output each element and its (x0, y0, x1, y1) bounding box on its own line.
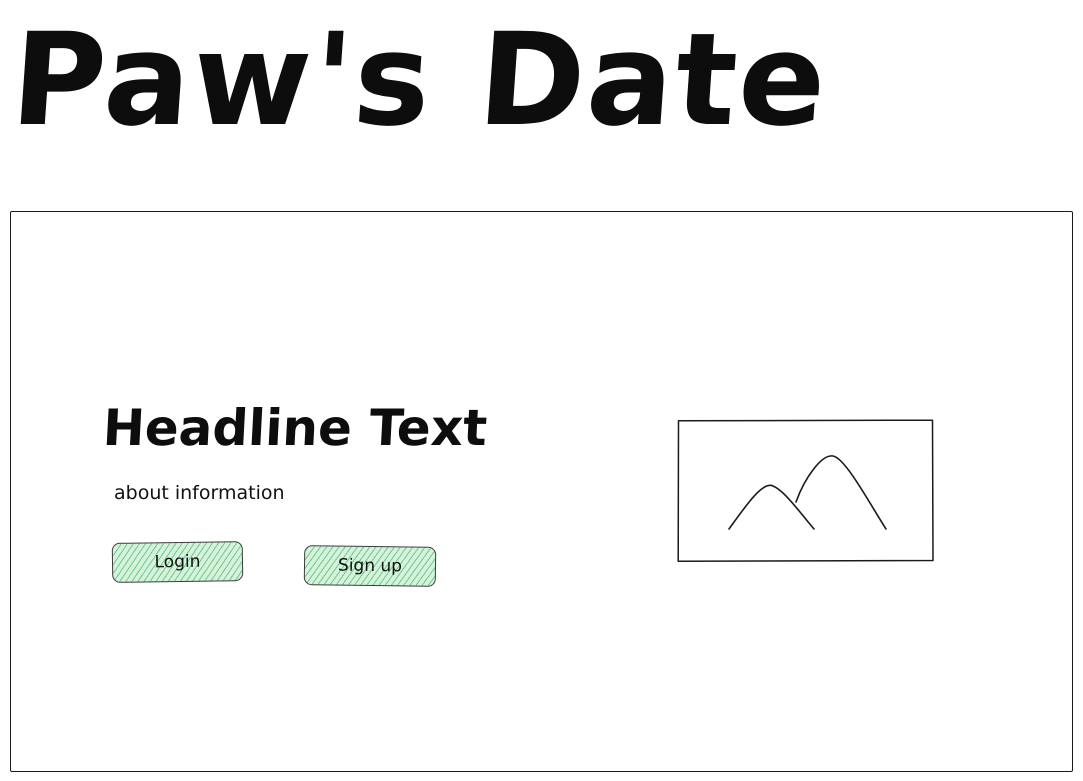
app-title: Paw's Date (6, 6, 833, 155)
image-placeholder-icon (677, 419, 934, 562)
about-text: about information (114, 482, 285, 504)
signup-button[interactable]: Sign up (303, 545, 437, 587)
login-button[interactable]: Login (111, 541, 244, 583)
headline-text: Headline Text (101, 399, 489, 457)
